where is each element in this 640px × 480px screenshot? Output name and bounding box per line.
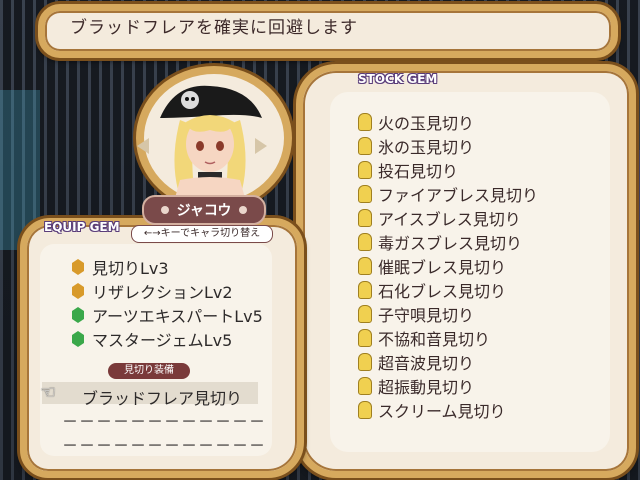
stock-gem-label: 石化ブレス見切り	[378, 282, 507, 301]
stock-gem-label: 投石見切り	[378, 162, 459, 181]
lightbulb-icon	[358, 137, 372, 155]
stock-gem-item[interactable]: 超音波見切り	[358, 350, 538, 374]
lightbulb-icon	[358, 257, 372, 275]
equip-gem-label: リザレクションLv2	[92, 283, 233, 302]
stock-gem-label: 毒ガスブレス見切り	[378, 234, 523, 253]
stock-gem-label: スクリーム見切り	[378, 402, 506, 421]
selected-skill-label[interactable]: ブラッドフレア見切り	[82, 385, 242, 409]
stock-gem-item[interactable]: 石化ブレス見切り	[358, 278, 538, 302]
stock-gem-item[interactable]: 投石見切り	[358, 158, 538, 182]
empty-slot-2[interactable]: －－－－－－－－－－－－	[62, 432, 266, 456]
equip-gem-item[interactable]: リザレクションLv2	[72, 279, 263, 303]
stock-gem-label: 火の玉見切り	[378, 114, 475, 133]
stock-gem-item[interactable]: 催眠ブレス見切り	[358, 254, 538, 278]
equip-gem-label: 見切りLv3	[92, 259, 169, 278]
lightbulb-icon	[358, 209, 372, 227]
equip-gem-item[interactable]: マスタージェムLv5	[72, 327, 263, 351]
stock-gem-label: 氷の玉見切り	[378, 138, 475, 157]
stock-gem-label: ファイアブレス見切り	[378, 186, 539, 205]
stock-gem-list: 火の玉見切り 氷の玉見切り 投石見切りファイアブレス見切り アイスブレス見切り 毒ガスブ…	[358, 110, 538, 422]
equip-gem-label: マスタージェムLv5	[92, 331, 233, 350]
lightbulb-icon	[358, 401, 372, 419]
lightbulb-icon	[358, 329, 372, 347]
equip-gem-item[interactable]: 見切りLv3	[72, 255, 263, 279]
stock-gem-title: STOCK GEM	[358, 72, 438, 86]
character-switch-hint: ←→キーでキャラ切り替え	[131, 225, 273, 243]
character-nameplate: ジャコウ	[142, 195, 266, 225]
lightbulb-icon	[358, 305, 372, 323]
stock-gem-label: 不協和音見切り	[378, 330, 491, 349]
nameplate-dot-left	[160, 206, 169, 214]
nameplate-dot-right	[239, 206, 248, 214]
stock-gem-item[interactable]: ファイアブレス見切り	[358, 182, 538, 206]
character-name: ジャコウ	[176, 203, 232, 219]
stock-gem-label: 催眠ブレス見切り	[378, 258, 507, 277]
equip-gem-list: 見切りLv3 リザレクションLv2 アーツエキスパートLv5 マスタージェムLv5	[72, 255, 263, 351]
prev-character-arrow[interactable]	[137, 138, 149, 154]
stock-gem-item[interactable]: 子守唄見切り	[358, 302, 538, 326]
lightbulb-icon	[358, 353, 372, 371]
equip-gem-title: EQUIP GEM	[44, 220, 120, 234]
stock-gem-item[interactable]: 不協和音見切り	[358, 326, 538, 350]
stock-gem-item[interactable]: 毒ガスブレス見切り	[358, 230, 538, 254]
empty-slot-1[interactable]: －－－－－－－－－－－－	[62, 408, 266, 432]
gem-green-icon	[72, 331, 84, 347]
equip-gem-label: アーツエキスパートLv5	[92, 307, 263, 326]
stock-gem-label: 超音波見切り	[378, 354, 475, 373]
lightbulb-icon	[358, 113, 372, 131]
stock-gem-item[interactable]: 火の玉見切り	[358, 110, 538, 134]
message-text: ブラッドフレアを確実に回避します	[70, 18, 358, 38]
lightbulb-icon	[358, 377, 372, 395]
stock-gem-label: 子守唄見切り	[378, 306, 475, 325]
lightbulb-icon	[358, 233, 372, 251]
next-character-arrow[interactable]	[255, 138, 267, 154]
lightbulb-icon	[358, 281, 372, 299]
character-portrait	[160, 85, 262, 198]
stock-gem-item[interactable]: 超振動見切り	[358, 374, 538, 398]
gem-green-icon	[72, 307, 84, 323]
mikiri-slot-label: 見切り装備	[108, 363, 190, 379]
lightbulb-icon	[358, 161, 372, 179]
stock-gem-label: 超振動見切り	[378, 378, 475, 397]
stock-gem-item[interactable]: アイスブレス見切り	[358, 206, 538, 230]
pointing-hand-icon: ☜	[40, 382, 57, 403]
stock-gem-item[interactable]: 氷の玉見切り	[358, 134, 538, 158]
gem-orange-icon	[72, 283, 84, 299]
gem-orange-icon	[72, 259, 84, 275]
lightbulb-icon	[358, 185, 372, 203]
stock-gem-item[interactable]: スクリーム見切り	[358, 398, 538, 422]
equip-gem-item[interactable]: アーツエキスパートLv5	[72, 303, 263, 327]
stock-gem-label: アイスブレス見切り	[378, 210, 521, 229]
